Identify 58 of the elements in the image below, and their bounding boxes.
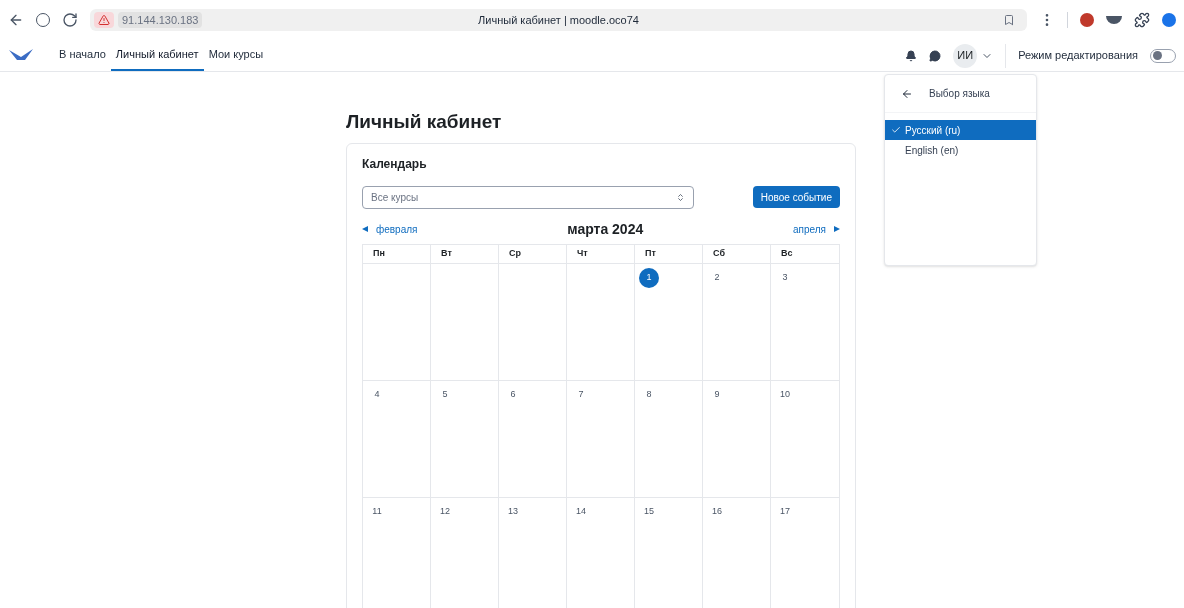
url-text: 91.144.130.183 — [118, 11, 203, 29]
calendar-date[interactable]: 15 — [639, 501, 659, 522]
check-icon — [891, 125, 901, 135]
calendar-date[interactable]: 7 — [571, 384, 591, 405]
menu-title: Выбор языка — [929, 87, 990, 101]
calendar-date[interactable]: 9 — [707, 384, 727, 405]
reload-icon[interactable] — [62, 12, 78, 28]
weekday-header: Ср — [499, 244, 567, 263]
edit-mode-toggle[interactable] — [1150, 48, 1176, 63]
back-icon[interactable] — [901, 87, 913, 100]
messages-icon[interactable] — [929, 49, 942, 62]
calendar-date[interactable]: 8 — [639, 384, 659, 405]
extension-icon[interactable] — [1080, 13, 1094, 27]
calendar-date[interactable]: 6 — [503, 384, 523, 405]
calendar-date[interactable]: 17 — [775, 501, 795, 522]
today-date[interactable]: 1 — [639, 267, 659, 288]
page-heading: Личный кабинет — [346, 110, 503, 134]
calendar-date[interactable]: 16 — [707, 501, 727, 522]
warning-icon — [98, 14, 110, 26]
new-event-button[interactable]: Новое событие — [752, 186, 840, 208]
previous-month-link[interactable]: февраля — [362, 221, 418, 237]
language-option[interactable]: English (en) — [885, 140, 1036, 160]
select-arrows-icon — [676, 192, 685, 202]
calendar-title: Календарь — [362, 155, 428, 173]
right-arrow-icon — [834, 226, 840, 232]
month-title: марта 2024 — [567, 219, 644, 239]
weekday-header: Чт — [567, 244, 635, 263]
profile-icon[interactable] — [1162, 13, 1176, 27]
course-select[interactable]: Все курсы — [362, 185, 694, 209]
weekday-header: Пн — [363, 244, 431, 263]
nav-link[interactable]: В начало — [54, 40, 111, 71]
calendar-date[interactable]: 10 — [775, 384, 795, 405]
calendar-date[interactable]: 13 — [503, 501, 523, 522]
calendar-date[interactable]: 4 — [367, 384, 387, 405]
extensions-icon[interactable] — [1134, 12, 1150, 28]
calendar-date[interactable]: 12 — [435, 501, 455, 522]
calendar-date[interactable]: 14 — [571, 501, 591, 522]
edit-mode-label: Режим редактирования — [1018, 48, 1138, 64]
language-option[interactable]: Русский (ru) — [885, 120, 1036, 140]
extension-icon[interactable] — [1106, 16, 1122, 24]
calendar-date[interactable]: 11 — [367, 501, 387, 522]
weekday-header: Вс — [780, 246, 794, 260]
weekday-header: Сб — [703, 244, 771, 263]
weekday-header: Пт — [635, 244, 703, 263]
left-arrow-icon — [362, 226, 368, 232]
calendar-date[interactable]: 2 — [707, 267, 727, 288]
calendar-date[interactable]: 3 — [775, 267, 795, 288]
bookmark-icon[interactable] — [1003, 14, 1015, 26]
back-icon[interactable] — [8, 12, 24, 28]
user-avatar[interactable]: ИИ — [953, 43, 978, 68]
page-title: Личный кабинет | moodle.oco74 — [478, 12, 639, 28]
next-month-link[interactable]: апреля — [792, 221, 840, 237]
notifications-icon[interactable] — [905, 49, 918, 62]
nav-link[interactable]: Личный кабинет — [110, 40, 204, 71]
nav-link[interactable]: Мои курсы — [203, 40, 269, 71]
address-bar[interactable]: 91.144.130.183 Личный кабинет | moodle.oco74 — [90, 9, 1027, 31]
calendar-date[interactable]: 5 — [435, 384, 455, 405]
weekday-header: Вт — [431, 244, 499, 263]
